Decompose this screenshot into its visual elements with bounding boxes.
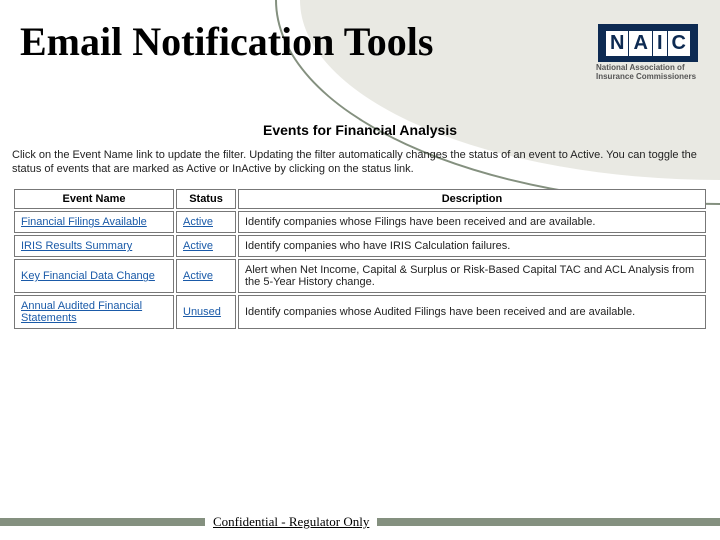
events-table: Event Name Status Description Financial …: [12, 187, 708, 331]
footer-bar-right: [377, 518, 720, 526]
event-description: Identify companies whose Filings have be…: [238, 211, 706, 233]
col-header-description: Description: [238, 189, 706, 209]
logo-letter-a: A: [629, 31, 651, 56]
naic-logo-subtext: National Association of Insurance Commis…: [596, 64, 700, 82]
footer-text: Confidential - Regulator Only: [213, 514, 369, 530]
naic-logo: N A I C National Association of Insuranc…: [596, 24, 700, 82]
page-title: Email Notification Tools: [20, 20, 433, 64]
logo-letter-c: C: [668, 31, 690, 56]
table-row: IRIS Results Summary Active Identify com…: [14, 235, 706, 257]
logo-letter-i: I: [653, 31, 667, 56]
logo-sub-line1: National Association of: [596, 63, 685, 72]
naic-logo-box: N A I C: [598, 24, 698, 62]
col-header-event-name: Event Name: [14, 189, 174, 209]
table-row: Annual Audited Financial Statements Unus…: [14, 295, 706, 329]
event-status-link[interactable]: Active: [183, 270, 213, 282]
table-row: Key Financial Data Change Active Alert w…: [14, 259, 706, 293]
table-row: Financial Filings Available Active Ident…: [14, 211, 706, 233]
event-description: Identify companies whose Audited Filings…: [238, 295, 706, 329]
col-header-status: Status: [176, 189, 236, 209]
slide-header: Email Notification Tools N A I C Nationa…: [0, 0, 720, 82]
table-header-row: Event Name Status Description: [14, 189, 706, 209]
event-status-link[interactable]: Unused: [183, 306, 221, 318]
event-description: Alert when Net Income, Capital & Surplus…: [238, 259, 706, 293]
event-status-link[interactable]: Active: [183, 216, 213, 228]
events-heading: Events for Financial Analysis: [12, 122, 708, 138]
logo-letter-n: N: [606, 31, 628, 56]
naic-logo-letters: N A I C: [606, 31, 690, 56]
event-description: Identify companies who have IRIS Calcula…: [238, 235, 706, 257]
footer-bar-left: [0, 518, 205, 526]
event-name-link[interactable]: Annual Audited Financial Statements: [21, 300, 142, 324]
events-intro-text: Click on the Event Name link to update t…: [12, 148, 708, 178]
event-status-link[interactable]: Active: [183, 240, 213, 252]
slide-footer: Confidential - Regulator Only: [0, 514, 720, 530]
event-name-link[interactable]: IRIS Results Summary: [21, 240, 132, 252]
event-name-link[interactable]: Financial Filings Available: [21, 216, 147, 228]
slide-content: Events for Financial Analysis Click on t…: [0, 82, 720, 332]
event-name-link[interactable]: Key Financial Data Change: [21, 270, 155, 282]
logo-sub-line2: Insurance Commissioners: [596, 72, 696, 81]
